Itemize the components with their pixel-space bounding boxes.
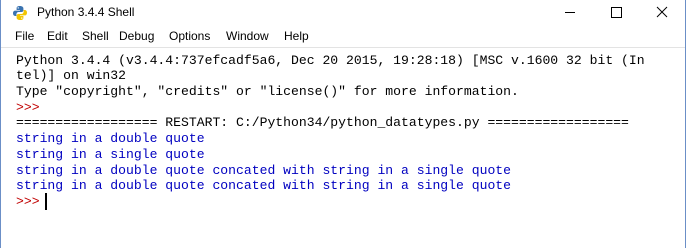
minimize-button[interactable] — [547, 0, 593, 25]
menu-options[interactable]: Options — [169, 29, 210, 44]
banner-line: Python 3.4.4 (v3.4.4:737efcadf5a6, Dec 2… — [16, 53, 645, 68]
python-icon[interactable] — [12, 5, 28, 21]
output-line: string in a double quote — [16, 131, 205, 146]
menu-edit[interactable]: Edit — [47, 29, 68, 44]
banner-line: tel)] on win32 — [16, 68, 127, 83]
maximize-button[interactable] — [593, 0, 639, 25]
close-icon — [656, 6, 668, 18]
minimize-icon — [565, 12, 575, 13]
menu-shell[interactable]: Shell — [82, 29, 109, 44]
title-bar[interactable]: Python 3.4.4 Shell — [1, 0, 685, 25]
menu-debug[interactable]: Debug — [119, 29, 154, 44]
menu-window[interactable]: Window — [226, 29, 269, 44]
idle-shell-window: Python 3.4.4 Shell File Edit Shell Debug… — [0, 0, 686, 248]
maximize-icon — [611, 7, 622, 18]
text-cursor — [45, 193, 47, 210]
output-line: string in a single quote — [16, 147, 205, 162]
shell-text-area[interactable]: Python 3.4.4 (v3.4.4:737efcadf5a6, Dec 2… — [1, 47, 685, 248]
restart-line: ================== RESTART: C:/Python34/… — [16, 115, 629, 130]
close-button[interactable] — [639, 0, 685, 25]
banner-line: Type "copyright", "credits" or "license(… — [16, 84, 519, 99]
menu-file[interactable]: File — [15, 29, 34, 44]
menu-bar: File Edit Shell Debug Options Window Hel… — [1, 26, 685, 47]
shell-prompt: >>> — [16, 194, 40, 209]
menu-help[interactable]: Help — [284, 29, 309, 44]
window-title: Python 3.4.4 Shell — [37, 5, 135, 19]
output-line: string in a double quote concated with s… — [16, 163, 512, 178]
output-line: string in a double quote concated with s… — [16, 178, 512, 193]
shell-prompt: >>> — [16, 100, 40, 115]
